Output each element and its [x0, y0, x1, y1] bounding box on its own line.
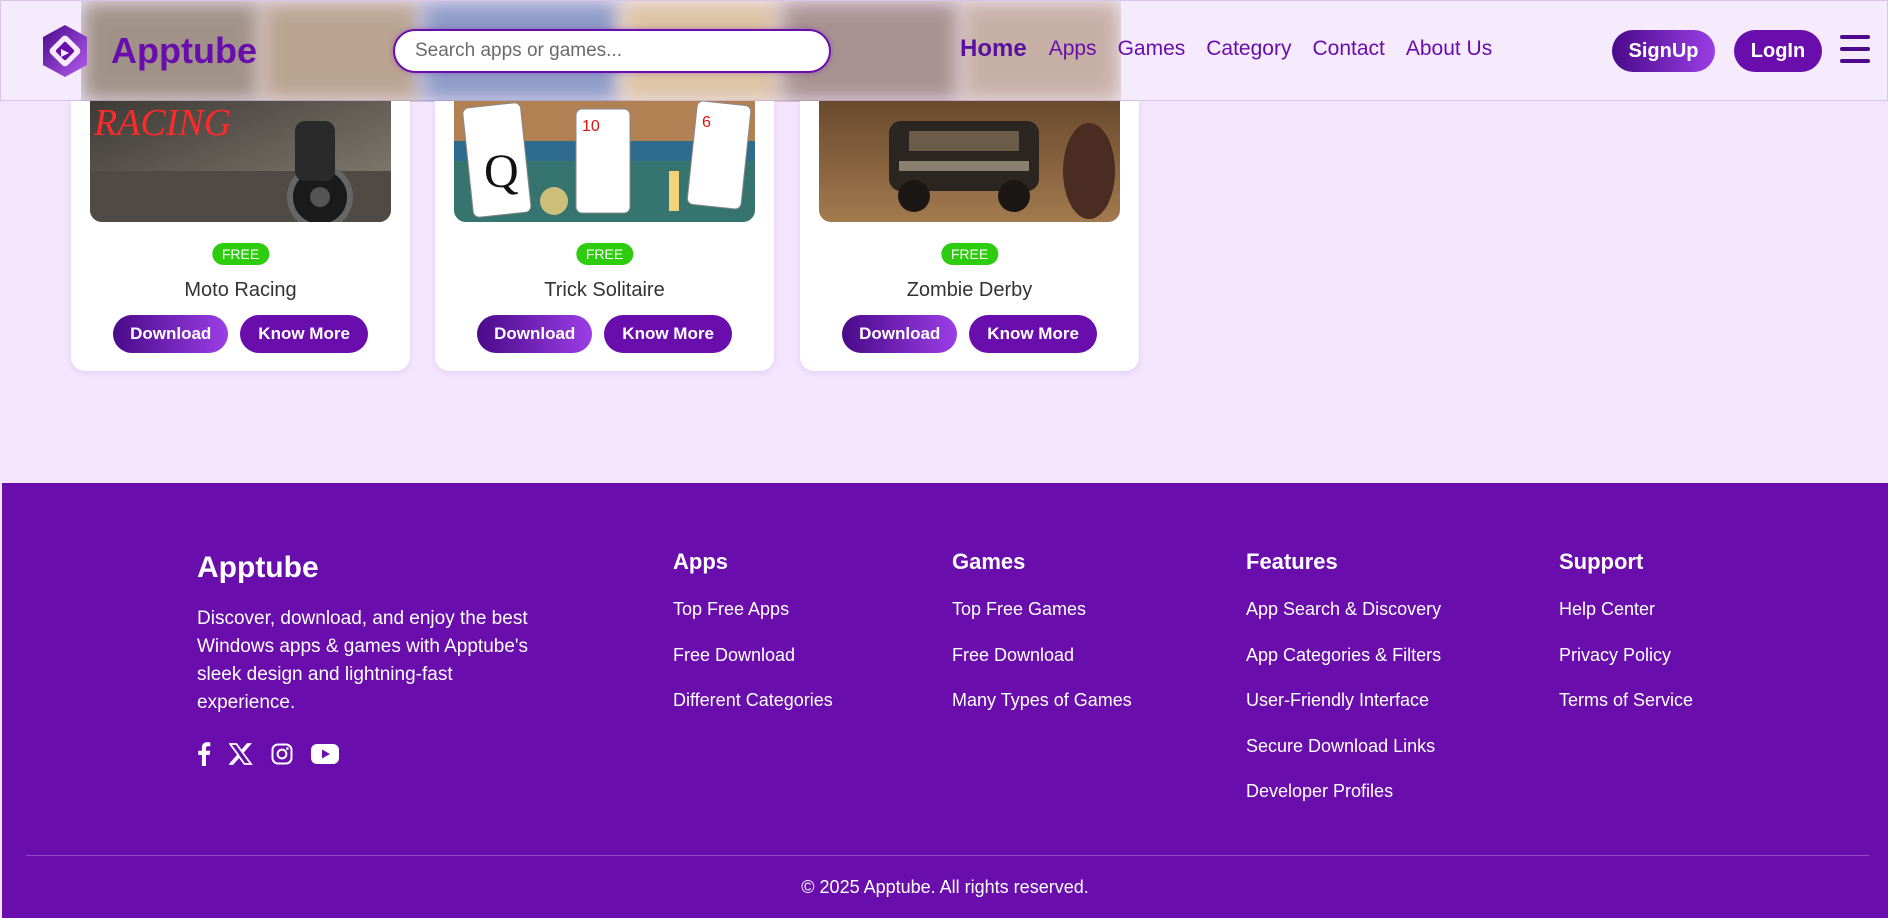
know-more-button[interactable]: Know More	[240, 315, 368, 353]
nav-category[interactable]: Category	[1206, 37, 1291, 61]
search-box[interactable]	[393, 29, 831, 73]
footer-link[interactable]: Terms of Service	[1559, 690, 1693, 710]
footer-column-games: Games Top Free Games Free Download Many …	[952, 549, 1132, 736]
brand-name: Apptube	[111, 30, 257, 71]
facebook-icon[interactable]	[197, 742, 211, 771]
footer-link[interactable]: Different Categories	[673, 690, 833, 710]
download-button[interactable]: Download	[113, 315, 229, 353]
game-thumbnail[interactable]: Q 10 6	[454, 101, 755, 222]
footer-link[interactable]: Developer Profiles	[1246, 781, 1393, 801]
nav-games[interactable]: Games	[1118, 37, 1186, 61]
footer-link[interactable]: User-Friendly Interface	[1246, 690, 1429, 710]
download-button[interactable]: Download	[842, 315, 958, 353]
svg-text:10: 10	[582, 118, 600, 135]
footer-column-support: Support Help Center Privacy Policy Terms…	[1559, 549, 1693, 736]
game-card: Q 10 6 FREE Trick Solitaire Download Kno…	[435, 101, 774, 371]
footer-brand: Apptube	[197, 551, 319, 584]
footer-link[interactable]: Free Download	[673, 645, 795, 665]
footer-link[interactable]: Secure Download Links	[1246, 736, 1435, 756]
social-links	[197, 742, 339, 771]
footer-link[interactable]: Top Free Apps	[673, 599, 789, 619]
know-more-button[interactable]: Know More	[604, 315, 732, 353]
nav-home[interactable]: Home	[960, 35, 1027, 63]
site-header: Apptube Home Apps Games Category Contact…	[0, 0, 1888, 102]
game-title: Zombie Derby	[906, 279, 1033, 301]
footer-link[interactable]: Help Center	[1559, 599, 1655, 619]
racing-sign-text: RACING	[93, 102, 231, 144]
game-card: RACING FREE Moto Racing Download Know Mo…	[71, 101, 410, 371]
brand-logo[interactable]: Apptube	[37, 23, 257, 79]
game-title: Moto Racing	[184, 279, 297, 301]
card-actions: Download Know More	[435, 315, 774, 353]
card-actions: Download Know More	[800, 315, 1139, 353]
game-card: FREE Zombie Derby Download Know More	[800, 101, 1139, 371]
site-footer: Apptube Discover, download, and enjoy th…	[2, 483, 1888, 918]
game-title: Trick Solitaire	[544, 279, 665, 301]
login-button[interactable]: LogIn	[1734, 30, 1822, 72]
footer-column-features: Features App Search & Discovery App Cate…	[1246, 549, 1441, 827]
game-thumbnail[interactable]: RACING	[90, 101, 391, 222]
svg-text:6: 6	[702, 114, 711, 131]
footer-link[interactable]: App Search & Discovery	[1246, 599, 1441, 619]
footer-column-title: Support	[1559, 549, 1644, 574]
footer-link[interactable]: Free Download	[952, 645, 1074, 665]
main-nav: Home Apps Games Category Contact About U…	[960, 35, 1513, 63]
download-button[interactable]: Download	[477, 315, 593, 353]
nav-apps[interactable]: Apps	[1049, 37, 1097, 61]
hamburger-menu-icon[interactable]	[1840, 35, 1870, 63]
footer-link[interactable]: App Categories & Filters	[1246, 645, 1441, 665]
free-badge: FREE	[940, 243, 999, 265]
footer-column-title: Features	[1246, 549, 1338, 574]
footer-link[interactable]: Many Types of Games	[952, 690, 1132, 710]
footer-description: Discover, download, and enjoy the best W…	[197, 608, 529, 713]
copyright-text: © 2025 Apptube. All rights reserved.	[801, 877, 1089, 897]
search-input[interactable]	[395, 31, 829, 71]
game-thumbnail[interactable]	[819, 101, 1120, 222]
footer-column-title: Games	[952, 549, 1026, 574]
card-actions: Download Know More	[71, 315, 410, 353]
youtube-icon[interactable]	[311, 744, 339, 769]
free-badge: FREE	[211, 243, 270, 265]
footer-divider	[26, 855, 1869, 856]
footer-link[interactable]: Top Free Games	[952, 599, 1086, 619]
nav-contact[interactable]: Contact	[1312, 37, 1384, 61]
know-more-button[interactable]: Know More	[969, 315, 1097, 353]
footer-column-title: Apps	[673, 549, 728, 574]
svg-text:Q: Q	[484, 145, 519, 198]
nav-about-us[interactable]: About Us	[1406, 37, 1492, 61]
footer-column-apps: Apps Top Free Apps Free Download Differe…	[673, 549, 833, 736]
free-badge: FREE	[575, 243, 634, 265]
apptube-logo-icon	[43, 25, 87, 77]
signup-button[interactable]: SignUp	[1612, 30, 1715, 72]
instagram-icon[interactable]	[271, 743, 293, 770]
footer-link[interactable]: Privacy Policy	[1559, 645, 1671, 665]
x-icon[interactable]	[228, 743, 253, 770]
